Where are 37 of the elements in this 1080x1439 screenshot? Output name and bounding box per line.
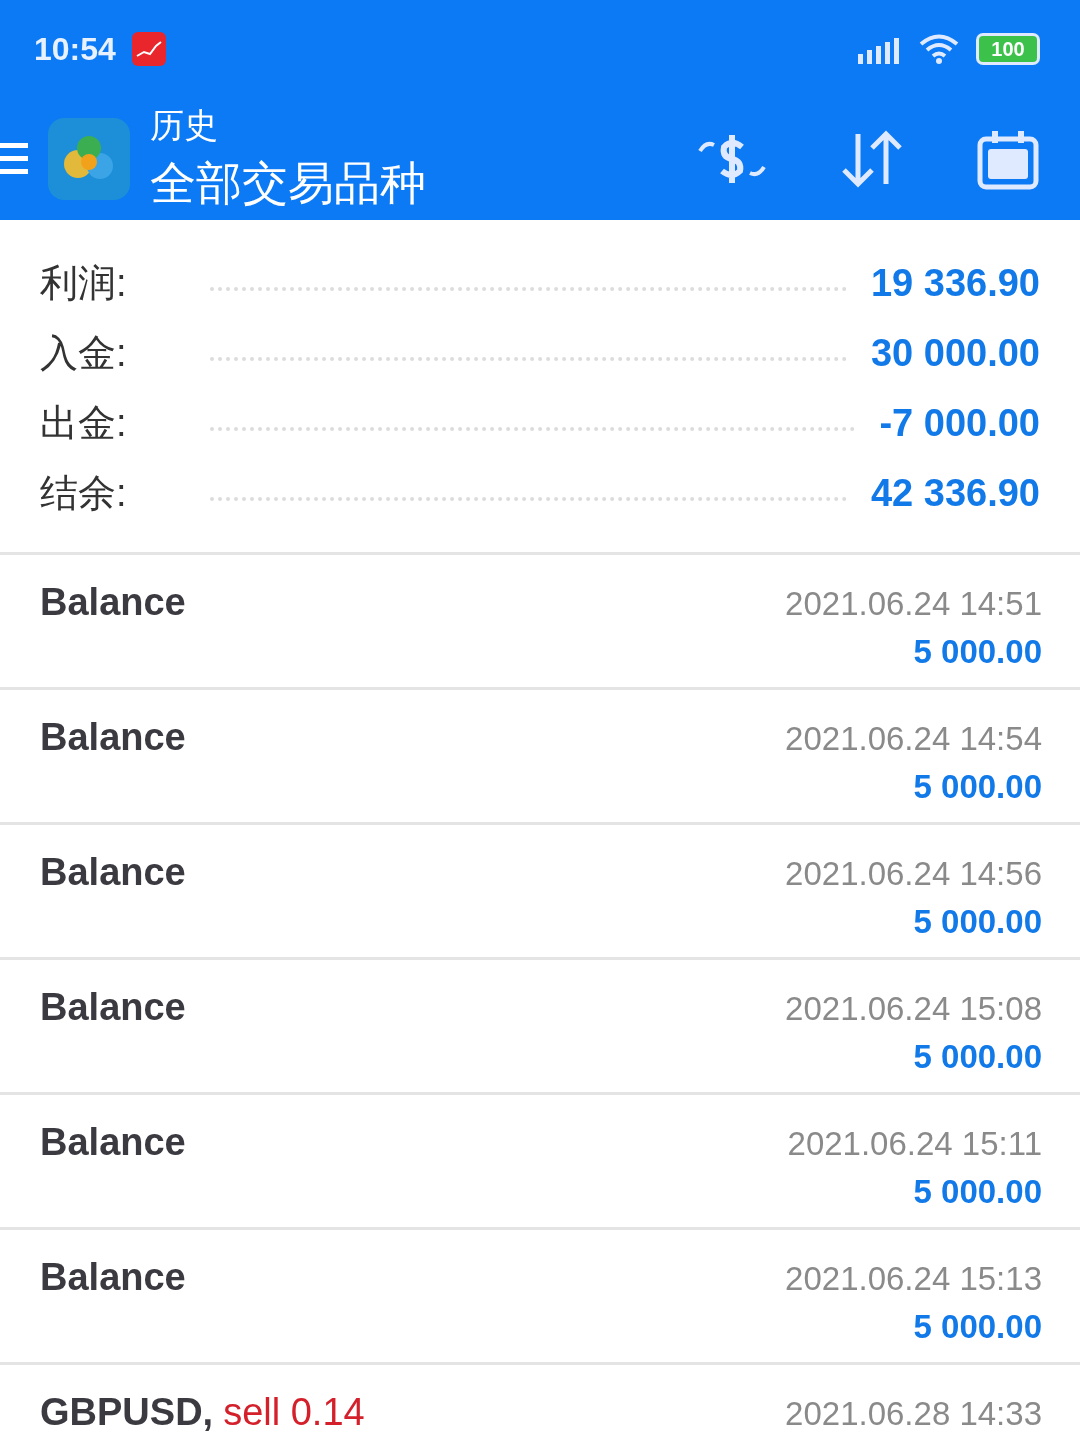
deal-title: Balance xyxy=(40,581,186,625)
chart-app-icon xyxy=(131,32,166,66)
summary-value: 19 336.90 xyxy=(870,261,1040,305)
summary-label: 入金: xyxy=(40,330,128,376)
deal-title: Balance xyxy=(40,986,186,1030)
deal-title: Balance xyxy=(40,716,186,760)
wifi-icon xyxy=(918,33,960,65)
battery-indicator: 100 xyxy=(976,33,1040,65)
deal-time: 2021.06.28 14:33 xyxy=(785,1395,1042,1433)
deal-amount: 5 000.00 xyxy=(913,1038,1042,1076)
summary-label: 结余: xyxy=(40,470,128,516)
menu-icon[interactable] xyxy=(0,141,28,177)
summary-label: 出金: xyxy=(40,400,128,446)
status-time: 10:54 xyxy=(34,30,116,68)
summary-label: 利润: xyxy=(40,260,128,306)
summary-value: -7 000.00 xyxy=(879,401,1040,445)
summary-value: 42 336.90 xyxy=(870,471,1040,515)
summary-value: 30 000.00 xyxy=(870,331,1040,375)
deal-time: 2021.06.24 14:54 xyxy=(785,720,1042,758)
deal-time: 2021.06.24 15:11 xyxy=(787,1125,1042,1163)
deal-amount: 5 000.00 xyxy=(913,1173,1042,1211)
screen-title: 历史 xyxy=(150,105,219,146)
deal-amount: 5 000.00 xyxy=(913,903,1042,941)
deal-title: Balance xyxy=(40,1256,186,1300)
deal-amount: 5 000.00 xyxy=(913,768,1042,806)
deal-order: sell 0.14 xyxy=(223,1391,365,1434)
deal-symbol: GBPUSD, xyxy=(40,1391,214,1434)
deal-time: 2021.06.24 14:51 xyxy=(785,585,1042,623)
app-logo-icon xyxy=(48,118,130,200)
deal-amount: 5 000.00 xyxy=(913,633,1042,671)
deal-amount: 5 000.00 xyxy=(913,1308,1042,1346)
deal-time: 2021.06.24 15:13 xyxy=(785,1260,1042,1298)
deal-title: Balance xyxy=(40,851,186,895)
deal-title: Balance xyxy=(40,1121,186,1165)
deal-time: 2021.06.24 14:56 xyxy=(785,855,1042,893)
symbol-filter[interactable]: 全部交易品种 xyxy=(150,153,426,215)
deal-time: 2021.06.24 15:08 xyxy=(785,990,1042,1028)
